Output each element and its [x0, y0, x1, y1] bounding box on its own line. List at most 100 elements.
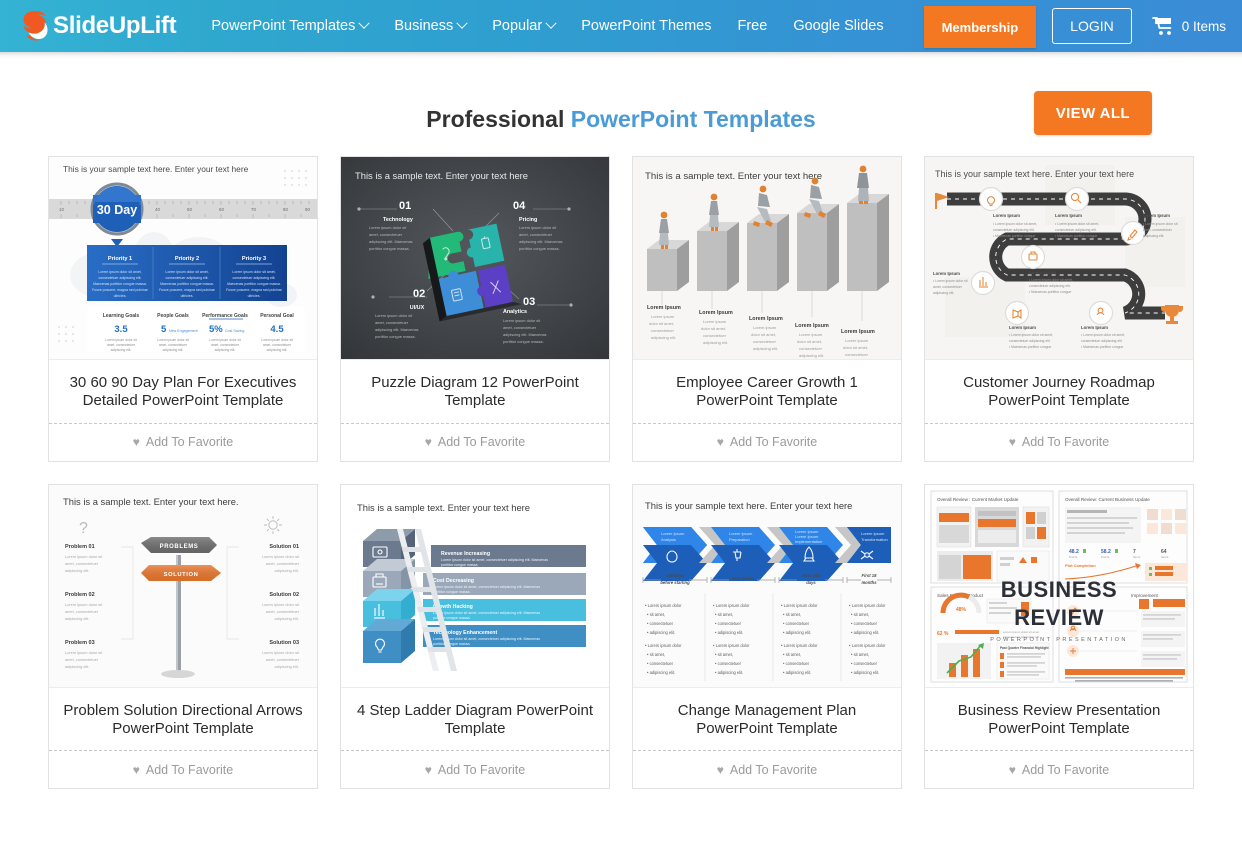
svg-text:Lorem Ipsum: Lorem Ipsum — [1029, 270, 1056, 275]
template-thumbnail-puzzle-diagram[interactable]: This is a sample text. Enter your text h… — [341, 157, 609, 360]
view-all-button[interactable]: VIEW ALL — [1033, 91, 1152, 135]
svg-text:porttitor congue massa.: porttitor congue massa. — [433, 642, 471, 646]
svg-text:• Maecenas porttitor congue: • Maecenas porttitor congue — [1029, 290, 1071, 294]
page-title-accent: PowerPoint Templates — [570, 105, 816, 132]
svg-text:Lorem ipsum: Lorem ipsum — [799, 332, 823, 337]
svg-text:Lorem ipsum: Lorem ipsum — [845, 338, 869, 343]
svg-text:SOLUTION: SOLUTION — [164, 572, 199, 578]
svg-text:Lorem ipsum dolor sit amet, co: Lorem ipsum dolor sit amet, consectetuer… — [433, 611, 540, 615]
svg-text:Lorem Ipsum: Lorem Ipsum — [1081, 325, 1108, 330]
login-button[interactable]: LOGIN — [1052, 8, 1132, 44]
svg-text:amet, consectetuer: amet, consectetuer — [266, 657, 300, 662]
svg-text:Lorem ipsum dolor sit: Lorem ipsum dolor sit — [262, 554, 300, 559]
svg-text:amet, consectetuer: amet, consectetuer — [211, 343, 240, 347]
thumbnail-artwork: This is a sample text. Enter your text h… — [341, 157, 609, 359]
membership-button[interactable]: Membership — [923, 6, 1037, 48]
add-to-favorite-button[interactable]: ♥ Add To Favorite — [341, 750, 609, 788]
add-to-favorite-button[interactable]: ♥ Add To Favorite — [633, 422, 901, 461]
svg-text:Lorem Ipsum: Lorem Ipsum — [749, 316, 783, 322]
svg-text:Lorem ipsum dolor sit: Lorem ipsum dolor sit — [503, 318, 541, 323]
main-nav: PowerPoint Templates Business Popular Po… — [198, 17, 896, 34]
cart-count-label: 0 Items — [1181, 18, 1226, 34]
svg-text:Maecenas porttitor congue mass: Maecenas porttitor congue massa. — [93, 282, 147, 286]
template-thumbnail-career-growth[interactable]: This is a sample text. Enter your text h… — [633, 157, 901, 360]
svg-text:Lorem Ipsum: Lorem Ipsum — [795, 323, 829, 329]
svg-text:consectetuer adipiscing elit.: consectetuer adipiscing elit. — [233, 276, 276, 280]
svg-text:Pricing: Pricing — [519, 217, 537, 223]
svg-text:porttitor congue massa.: porttitor congue massa. — [375, 334, 416, 339]
heart-icon: ♥ — [424, 435, 432, 450]
svg-text:Lorem ipsum dolor sit: Lorem ipsum dolor sit — [261, 338, 293, 342]
add-to-favorite-button[interactable]: ♥ Add To Favorite — [925, 422, 1193, 461]
template-thumbnail-problem-solution-arrows[interactable]: This is a sample text. Enter your text h… — [49, 484, 317, 688]
nav-item-google-slides[interactable]: Google Slides — [780, 18, 896, 34]
svg-text:Lorem Ipsum: Lorem Ipsum — [1055, 213, 1082, 218]
cart-button[interactable]: 0 Items — [1151, 16, 1226, 36]
brand-logo[interactable]: SlideUpLift — [22, 9, 177, 43]
card-title: Change Management Plan PowerPoint Templa… — [677, 701, 857, 737]
svg-text:amet, consectetuer: amet, consectetuer — [933, 285, 963, 289]
add-to-favorite-button[interactable]: ♥ Add To Favorite — [633, 750, 901, 788]
svg-text:This is a sample text. Enter y: This is a sample text. Enter your text h… — [355, 170, 528, 181]
svg-text:02: 02 — [413, 288, 425, 300]
svg-text:Priority 2: Priority 2 — [175, 256, 199, 262]
add-to-favorite-button[interactable]: ♥ Add To Favorite — [925, 750, 1193, 788]
template-thumbnail-change-management[interactable]: This is your sample text here. Enter you… — [633, 484, 901, 688]
nav-item-powerpoint-templates[interactable]: PowerPoint Templates — [198, 17, 381, 34]
template-card[interactable]: This is your sample text here. Enter you… — [924, 156, 1194, 462]
add-to-favorite-button[interactable]: ♥ Add To Favorite — [49, 422, 317, 461]
card-title: Business Review Presentation PowerPoint … — [957, 701, 1161, 737]
page-title-plain: Professional — [426, 105, 571, 132]
nav-item-free[interactable]: Free — [725, 18, 781, 34]
template-card[interactable]: This is your sample text here. Enter you… — [632, 483, 902, 790]
thumbnail-artwork: This is a sample text. Enter your text h… — [341, 484, 609, 687]
template-card[interactable]: Overall Review : Current Market Update O… — [924, 483, 1194, 790]
template-card[interactable]: This is a sample text. Enter your text h… — [340, 483, 610, 790]
svg-text:adipiscing elit.: adipiscing elit. — [215, 348, 236, 352]
svg-text:Maecenas porttitor congue mass: Maecenas porttitor congue massa. — [227, 282, 281, 286]
heart-icon: ♥ — [132, 762, 140, 777]
svg-text:adipiscing elit. Maecenas: adipiscing elit. Maecenas — [375, 327, 419, 332]
svg-text:consectetuer: consectetuer — [651, 328, 675, 333]
template-thumbnail-30-60-90-day-plan[interactable]: This is your sample text here. Enter you… — [49, 157, 317, 360]
svg-text:• Lorem ipsum dolor sit: • Lorem ipsum dolor sit — [933, 279, 968, 283]
nav-item-powerpoint-themes[interactable]: PowerPoint Themes — [568, 18, 724, 34]
svg-text:Lorem ipsum dolor sit amet,: Lorem ipsum dolor sit amet, — [232, 270, 275, 274]
template-card[interactable]: This is a sample text. Enter your text h… — [632, 156, 902, 462]
svg-text:Past Quarter Financial Highlig: Past Quarter Financial Highlight — [1000, 646, 1049, 650]
template-card[interactable]: This is a sample text. Enter your text h… — [340, 156, 610, 462]
nav-item-popular[interactable]: Popular — [479, 17, 568, 34]
svg-text:Lorem Ipsum: Lorem Ipsum — [729, 531, 753, 536]
svg-text:amet, consectetuer: amet, consectetuer — [65, 657, 99, 662]
template-card[interactable]: This is your sample text here. Enter you… — [48, 156, 318, 462]
svg-text:REVIEW: REVIEW — [1014, 605, 1104, 630]
thumbnail-artwork: This is a sample text. Enter your text h… — [633, 157, 901, 359]
svg-text:• Lorem ipsum dolor: • Lorem ipsum dolor — [645, 643, 682, 648]
nav-item-business[interactable]: Business — [381, 17, 479, 34]
svg-text:porttitor congue massa.: porttitor congue massa. — [433, 590, 471, 594]
template-thumbnail-ladder-diagram[interactable]: This is a sample text. Enter your text h… — [341, 484, 609, 688]
add-to-favorite-button[interactable]: ♥ Add To Favorite — [49, 750, 317, 788]
brand-name: SlideUpLift — [53, 12, 177, 39]
header-shadow — [0, 52, 1242, 59]
add-to-favorite-button[interactable]: ♥ Add To Favorite — [341, 422, 609, 461]
template-card[interactable]: This is a sample text. Enter your text h… — [48, 483, 318, 790]
svg-text:Lorem ipsum dolor sit: Lorem ipsum dolor sit — [519, 225, 557, 230]
svg-text:adipiscing elit.: adipiscing elit. — [267, 348, 288, 352]
svg-text:This is a sample text. Enter y: This is a sample text. Enter your text h… — [357, 502, 530, 513]
svg-text:• Lorem ipsum dolor: • Lorem ipsum dolor — [849, 603, 886, 608]
svg-text:• Maecenas porttitor congue: • Maecenas porttitor congue — [1009, 345, 1051, 349]
template-thumbnail-business-review[interactable]: Overall Review : Current Market Update O… — [925, 484, 1193, 688]
svg-text:adipiscing elit.: adipiscing elit. — [651, 335, 676, 340]
slideuplift-swoosh-logo-icon — [23, 10, 48, 41]
svg-text:Lorem Ipsum: Lorem Ipsum — [993, 213, 1020, 218]
heart-icon: ♥ — [716, 435, 724, 450]
template-thumbnail-customer-journey-roadmap[interactable]: This is your sample text here. Enter you… — [925, 157, 1193, 360]
svg-text:• sit amet,: • sit amet, — [783, 612, 801, 617]
card-title: Puzzle Diagram 12 PowerPoint Template — [371, 374, 579, 410]
svg-text:48%: 48% — [956, 607, 967, 613]
svg-text:Solution 03: Solution 03 — [269, 640, 299, 646]
svg-text:Learning Goals: Learning Goals — [103, 313, 140, 319]
svg-text:porttitor congue massa.: porttitor congue massa. — [519, 246, 560, 251]
svg-text:Overall Review: Current Busine: Overall Review: Current Business Update — [1065, 497, 1150, 502]
